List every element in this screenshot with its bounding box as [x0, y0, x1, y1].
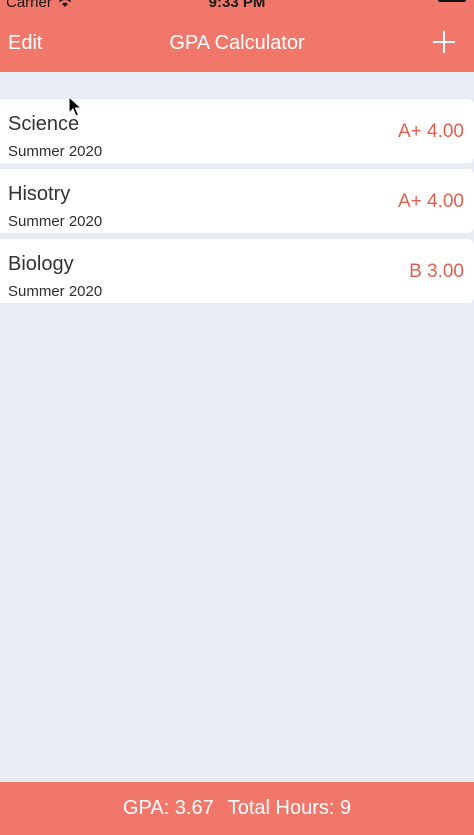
page-title: GPA Calculator	[169, 32, 305, 54]
course-grade: A+ 4.00	[397, 121, 464, 142]
course-name: Biology	[8, 253, 74, 275]
status-bar: Carrier 9:33 PM	[0, 0, 474, 11]
course-row-biology[interactable]: Biology Summer 2020 B 3.00	[0, 239, 474, 303]
course-grade: B 3.00	[409, 261, 464, 282]
course-row-history[interactable]: Hisotry Summer 2020 A+ 4.00	[0, 169, 474, 233]
battery-icon	[438, 0, 466, 2]
course-list: Science Summer 2020 A+ 4.00 Hisotry Summ…	[0, 99, 474, 309]
course-grade: A+ 4.00	[397, 191, 464, 212]
course-term: Summer 2020	[8, 283, 103, 300]
course-name: Hisotry	[8, 183, 71, 205]
plus-icon[interactable]	[432, 30, 456, 54]
nav-bar: Edit GPA Calculator	[0, 24, 474, 64]
summary-footer: GPA: 3.67 Total Hours: 9	[0, 782, 474, 835]
course-term: Summer 2020	[8, 143, 103, 160]
total-hours-value: Total Hours: 9	[227, 797, 352, 819]
navigation-header: Carrier 9:33 PM Edit GPA Calculator	[0, 0, 474, 72]
course-term: Summer 2020	[8, 213, 103, 230]
gpa-value: GPA: 3.67	[122, 797, 214, 819]
mouse-cursor-icon	[68, 96, 82, 117]
status-time: 9:33 PM	[208, 0, 266, 11]
